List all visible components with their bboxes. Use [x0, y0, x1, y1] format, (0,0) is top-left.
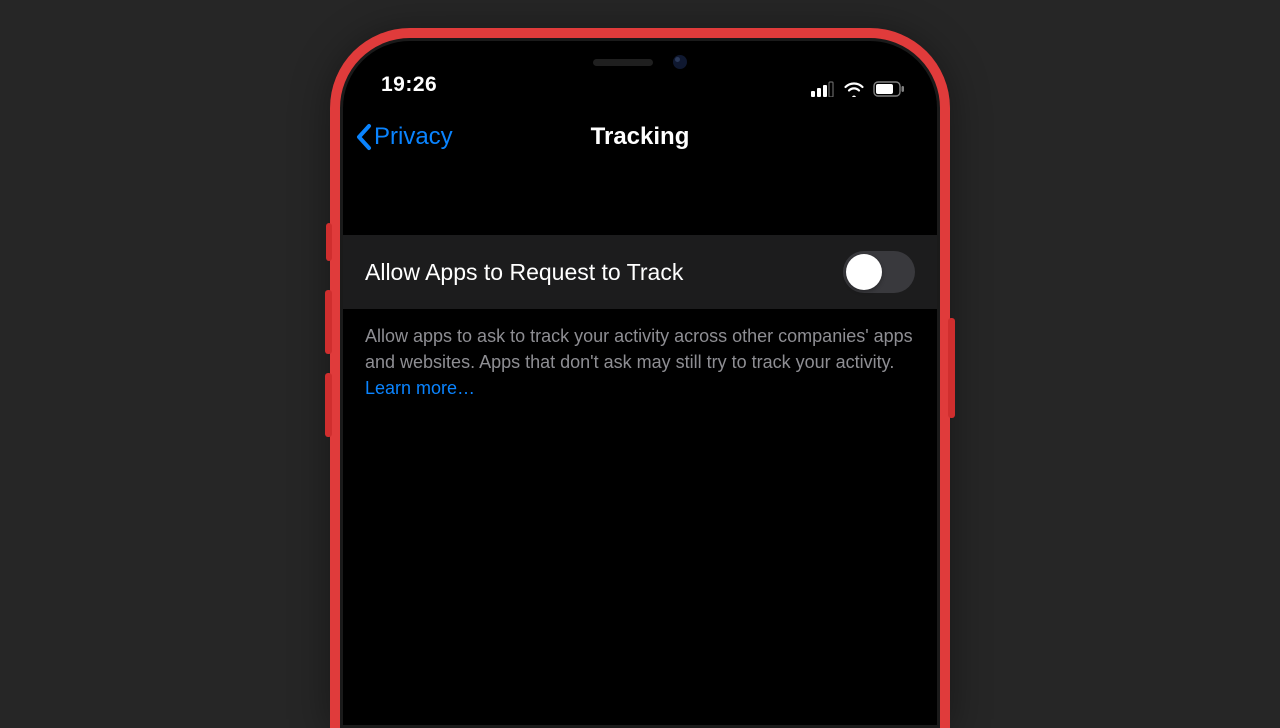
setting-footer: Allow apps to ask to track your activity… — [343, 309, 937, 415]
back-button[interactable]: Privacy — [355, 123, 453, 151]
status-icons — [811, 81, 905, 97]
toggle-knob — [846, 254, 882, 290]
notch — [530, 41, 750, 83]
settings-content: Allow Apps to Request to Track Allow app… — [343, 173, 937, 415]
phone-screen: 19:26 — [340, 38, 940, 728]
battery-icon — [873, 81, 905, 97]
volume-up-button — [325, 290, 332, 354]
allow-tracking-toggle[interactable] — [843, 251, 915, 293]
front-camera — [673, 55, 687, 69]
mute-switch — [326, 223, 332, 261]
phone-frame: 19:26 — [330, 28, 950, 728]
back-label: Privacy — [374, 123, 453, 151]
wifi-icon — [843, 81, 865, 97]
status-time: 19:26 — [381, 73, 437, 97]
learn-more-link[interactable]: Learn more… — [365, 378, 475, 398]
speaker-grill — [593, 59, 653, 66]
chevron-left-icon — [355, 123, 372, 151]
allow-tracking-row[interactable]: Allow Apps to Request to Track — [343, 235, 937, 309]
footer-description: Allow apps to ask to track your activity… — [365, 326, 913, 372]
setting-label: Allow Apps to Request to Track — [365, 259, 683, 286]
navigation-bar: Privacy Tracking — [343, 101, 937, 173]
volume-down-button — [325, 373, 332, 437]
power-button — [948, 318, 955, 418]
cellular-signal-icon — [811, 81, 835, 97]
